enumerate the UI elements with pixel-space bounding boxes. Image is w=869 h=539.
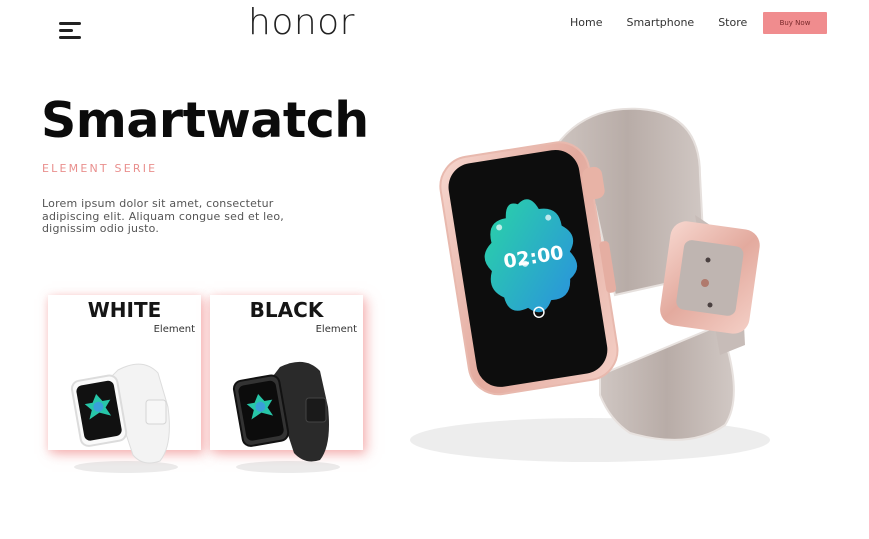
variant-name: BLACK <box>249 298 324 322</box>
menu-line <box>59 29 73 32</box>
variant-name: WHITE <box>87 298 162 322</box>
brand-logo[interactable]: honor <box>248 2 355 43</box>
series-subtitle: ELEMENT SERIE <box>42 162 158 175</box>
nav-store[interactable]: Store <box>718 15 747 31</box>
variant-tag: Element <box>315 324 357 335</box>
variant-card-black[interactable]: BLACK Element <box>210 295 363 473</box>
page-title: Smartwatch <box>41 92 369 149</box>
main-nav: Home Smartphone Store <box>570 15 771 31</box>
buy-now-button[interactable]: Buy Now <box>763 12 827 34</box>
nav-home[interactable]: Home <box>570 15 602 31</box>
menu-line <box>59 36 81 39</box>
nav-smartphone[interactable]: Smartphone <box>626 15 694 31</box>
black-watch-image <box>232 361 340 473</box>
hero-watch-image: 02:00 <box>410 107 770 462</box>
variant-tag: Element <box>153 324 195 335</box>
menu-icon[interactable] <box>59 22 83 42</box>
product-description: Lorem ipsum dolor sit amet, consectetur … <box>42 197 285 235</box>
white-watch-image <box>70 363 178 473</box>
menu-line <box>59 22 81 25</box>
variant-card-white[interactable]: WHITE Element <box>48 295 201 473</box>
